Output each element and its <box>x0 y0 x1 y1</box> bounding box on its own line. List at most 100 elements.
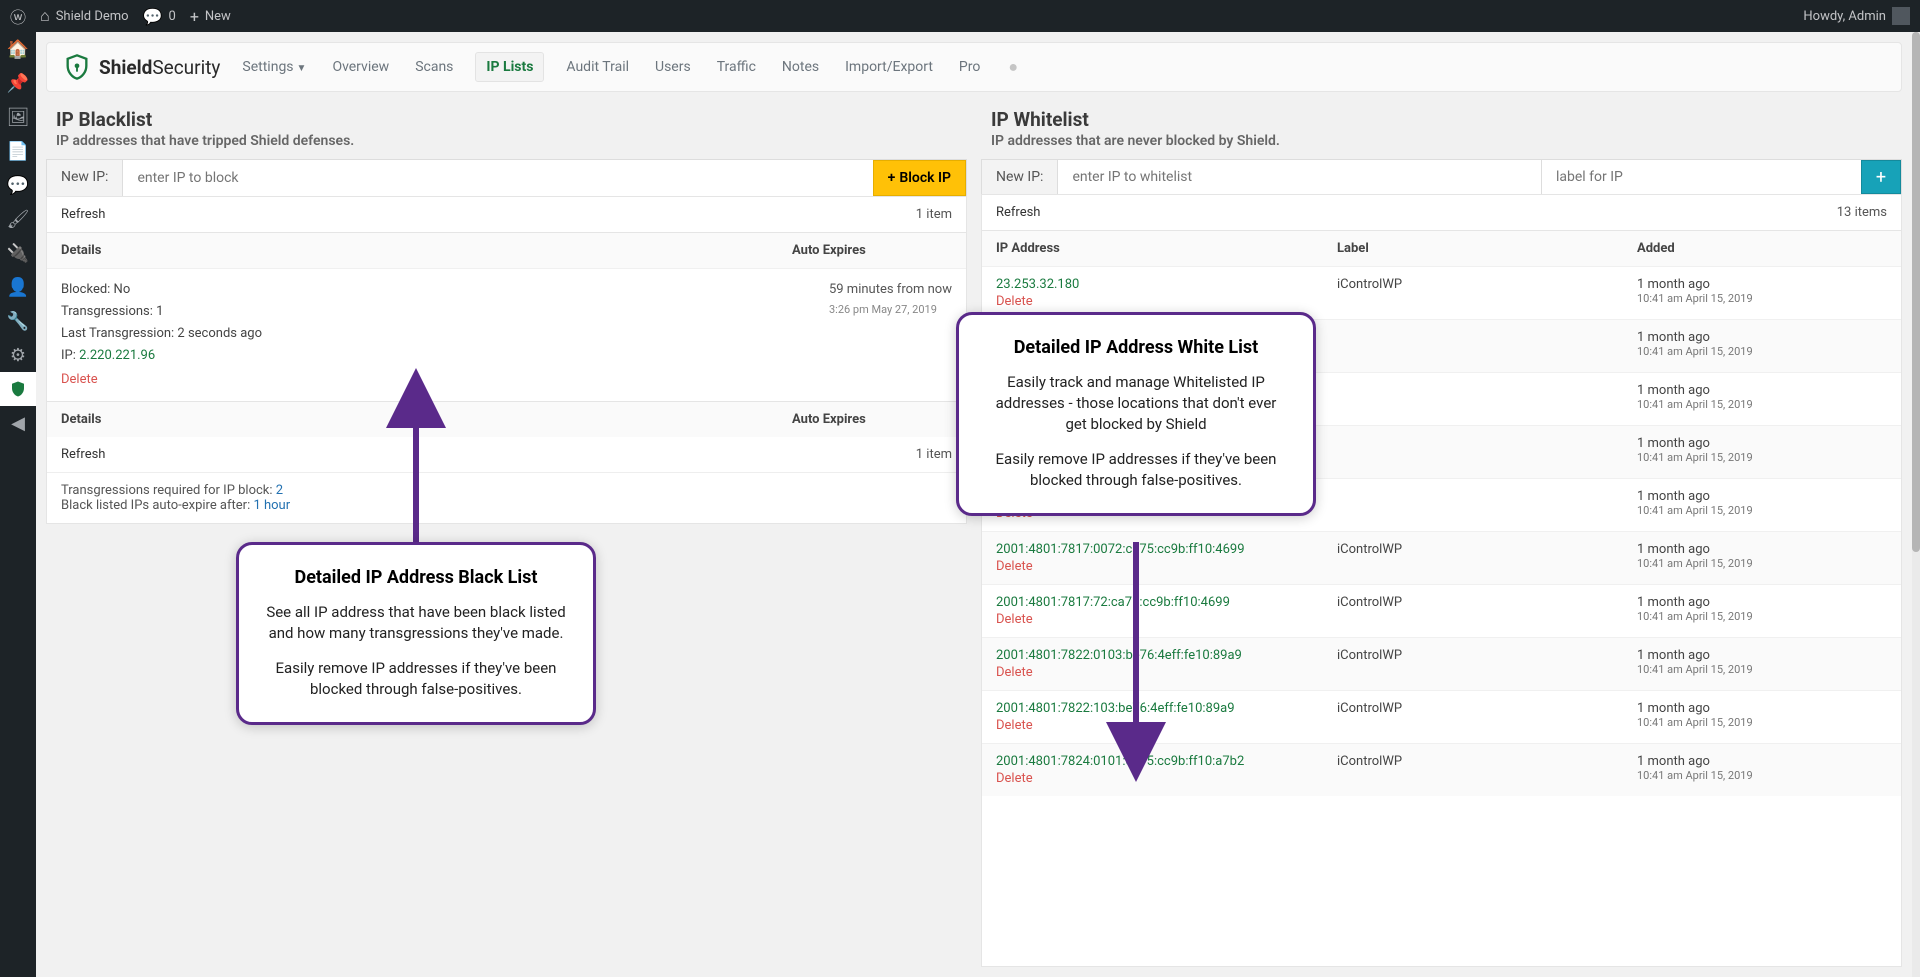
whitelist-added-cell: 1 month ago10:41 am April 15, 2019 <box>1637 701 1887 733</box>
blacklist-head-expire-2: Auto Expires <box>792 412 952 427</box>
wp-logo[interactable]: ⓦ <box>10 4 26 28</box>
status-dot-icon: ● <box>1008 57 1018 77</box>
whitelist-added-cell: 1 month ago10:41 am April 15, 2019 <box>1637 383 1887 415</box>
menu-pages-icon[interactable]: 📄 <box>0 134 36 168</box>
whitelist-head-label: Label <box>1337 241 1637 256</box>
blacklist-count-2: 1 item <box>916 447 952 462</box>
nav-ip-lists[interactable]: IP Lists <box>475 52 544 82</box>
blacklist-transgressions: Transgressions: 1 <box>61 301 952 323</box>
callout-white-p1: Easily track and manage Whitelisted IP a… <box>985 372 1287 435</box>
callout-white-title: Detailed IP Address White List <box>985 337 1287 358</box>
scrollbar[interactable] <box>1912 32 1920 977</box>
blacklist-row: Blocked: No Transgressions: 1 Last Trans… <box>47 268 966 401</box>
whitelist-delete[interactable]: Delete <box>996 612 1033 627</box>
nav-notes[interactable]: Notes <box>778 53 823 81</box>
whitelist-label-cell <box>1337 330 1637 362</box>
whitelist-delete[interactable]: Delete <box>996 771 1033 786</box>
callout-black-p1: See all IP address that have been black … <box>265 602 567 644</box>
nav-pro[interactable]: Pro <box>955 53 984 81</box>
callout-white-p2: Easily remove IP addresses if they've be… <box>985 449 1287 491</box>
arrow-black-icon <box>396 392 436 566</box>
arrow-white-icon <box>1116 542 1156 766</box>
whitelist-added-cell: 1 month ago10:41 am April 15, 2019 <box>1637 595 1887 627</box>
callout-whitelist: Detailed IP Address White List Easily tr… <box>956 312 1316 516</box>
blacklist-subtitle: IP addresses that have tripped Shield de… <box>46 133 967 159</box>
nav-traffic[interactable]: Traffic <box>713 53 760 81</box>
shield-toolbar: ShieldSecurity Settings▼ Overview Scans … <box>46 42 1902 92</box>
logo-text: ShieldSecurity <box>99 56 220 79</box>
menu-comments-icon[interactable]: 💬 <box>0 168 36 202</box>
whitelist-count: 13 items <box>1837 205 1887 220</box>
nav-users[interactable]: Users <box>651 53 695 81</box>
blacklist-panel: IP Blacklist IP addresses that have trip… <box>46 102 967 967</box>
whitelist-added-cell: 1 month ago10:41 am April 15, 2019 <box>1637 754 1887 786</box>
add-whitelist-button[interactable]: + <box>1861 160 1901 194</box>
whitelist-label-cell <box>1337 436 1637 468</box>
whitelist-added-cell: 1 month ago10:41 am April 15, 2019 <box>1637 648 1887 680</box>
shield-logo[interactable]: ShieldSecurity <box>63 53 220 81</box>
whitelist-head-ip: IP Address <box>996 241 1337 256</box>
whitelist-label-cell: iControlWP <box>1337 648 1637 680</box>
blacklist-delete[interactable]: Delete <box>61 369 98 391</box>
blacklist-refresh[interactable]: Refresh <box>61 207 105 222</box>
nav-import-export[interactable]: Import/Export <box>841 53 937 81</box>
plus-icon: + <box>888 170 896 186</box>
whitelist-ip-input[interactable] <box>1058 160 1541 194</box>
blacklist-title: IP Blacklist <box>46 102 967 133</box>
blacklist-refresh-2[interactable]: Refresh <box>61 447 105 462</box>
menu-plugins-icon[interactable]: 🔌 <box>0 236 36 270</box>
whitelist-ip-link[interactable]: 2001:4801:7817:0072:ca75:cc9b:ff10:4699 <box>996 542 1337 557</box>
expire-link[interactable]: 1 hour <box>253 498 290 513</box>
whitelist-ip-link[interactable]: 2001:4801:7822:103:be76:4eff:fe10:89a9 <box>996 701 1337 716</box>
whitelist-ip-link[interactable]: 2001:4801:7824:0101:ca75:cc9b:ff10:a7b2 <box>996 754 1337 769</box>
whitelist-added-cell: 1 month ago10:41 am April 15, 2019 <box>1637 436 1887 468</box>
nav-scans[interactable]: Scans <box>411 53 457 81</box>
account-link[interactable]: Howdy, Admin <box>1803 7 1910 25</box>
whitelist-delete[interactable]: Delete <box>996 294 1033 309</box>
whitelist-ip-link[interactable]: 2001:4801:7822:0103:be76:4eff:fe10:89a9 <box>996 648 1337 663</box>
whitelist-label-cell: iControlWP <box>1337 277 1637 309</box>
blacklist-last-trans: Last Transgression: 2 seconds ago <box>61 323 952 345</box>
whitelist-ip-link[interactable]: 23.253.32.180 <box>996 277 1337 292</box>
whitelist-delete[interactable]: Delete <box>996 665 1033 680</box>
callout-blacklist: Detailed IP Address Black List See all I… <box>236 542 596 725</box>
whitelist-added-cell: 1 month ago10:41 am April 15, 2019 <box>1637 330 1887 362</box>
blacklist-ip-input[interactable] <box>123 160 872 196</box>
whitelist-delete[interactable]: Delete <box>996 559 1033 574</box>
blacklist-footer: Transgressions required for IP block: 2 … <box>47 472 966 523</box>
whitelist-refresh[interactable]: Refresh <box>996 205 1040 220</box>
comments-link[interactable]: 💬0 <box>143 7 176 26</box>
new-content-link[interactable]: +New <box>190 7 231 26</box>
whitelist-label-cell: iControlWP <box>1337 595 1637 627</box>
menu-media-icon[interactable]: 🖼 <box>0 100 36 134</box>
whitelist-label-input[interactable] <box>1541 160 1861 194</box>
whitelist-subtitle: IP addresses that are never blocked by S… <box>981 133 1902 159</box>
menu-appearance-icon[interactable]: 🖌 <box>0 202 36 236</box>
whitelist-ip-link[interactable]: 2001:4801:7817:72:ca75:cc9b:ff10:4699 <box>996 595 1337 610</box>
menu-pin-icon[interactable]: 📌 <box>0 66 36 100</box>
nav-settings[interactable]: Settings▼ <box>238 53 310 81</box>
nav-audit-trail[interactable]: Audit Trail <box>562 53 633 81</box>
blacklist-expire-sub: 3:26 pm May 27, 2019 <box>829 301 952 320</box>
menu-users-icon[interactable]: 👤 <box>0 270 36 304</box>
menu-shield-icon[interactable] <box>0 372 36 406</box>
menu-settings-icon[interactable]: ⚙ <box>0 338 36 372</box>
block-ip-button[interactable]: +Block IP <box>873 160 966 196</box>
menu-dashboard-icon[interactable]: 🏠 <box>0 32 36 66</box>
whitelist-delete[interactable]: Delete <box>996 718 1033 733</box>
nav-overview[interactable]: Overview <box>328 53 393 81</box>
callout-black-title: Detailed IP Address Black List <box>265 567 567 588</box>
wp-admin-menu: 🏠 📌 🖼 📄 💬 🖌 🔌 👤 🔧 ⚙ ◀ <box>0 32 36 977</box>
menu-collapse-icon[interactable]: ◀ <box>0 406 36 440</box>
blacklist-newip-label: New IP: <box>47 160 123 196</box>
site-name-link[interactable]: ⌂Shield Demo <box>40 6 129 26</box>
transgressions-link[interactable]: 2 <box>276 483 283 498</box>
menu-tools-icon[interactable]: 🔧 <box>0 304 36 338</box>
wp-admin-bar: ⓦ ⌂Shield Demo 💬0 +New Howdy, Admin <box>0 0 1920 32</box>
callout-black-p2: Easily remove IP addresses if they've be… <box>265 658 567 700</box>
blacklist-ip-link[interactable]: 2.220.221.96 <box>79 348 155 363</box>
site-title: Shield Demo <box>56 9 129 24</box>
blacklist-count: 1 item <box>916 207 952 222</box>
blacklist-head-expire: Auto Expires <box>792 243 952 258</box>
blacklist-blocked: Blocked: No <box>61 279 952 301</box>
